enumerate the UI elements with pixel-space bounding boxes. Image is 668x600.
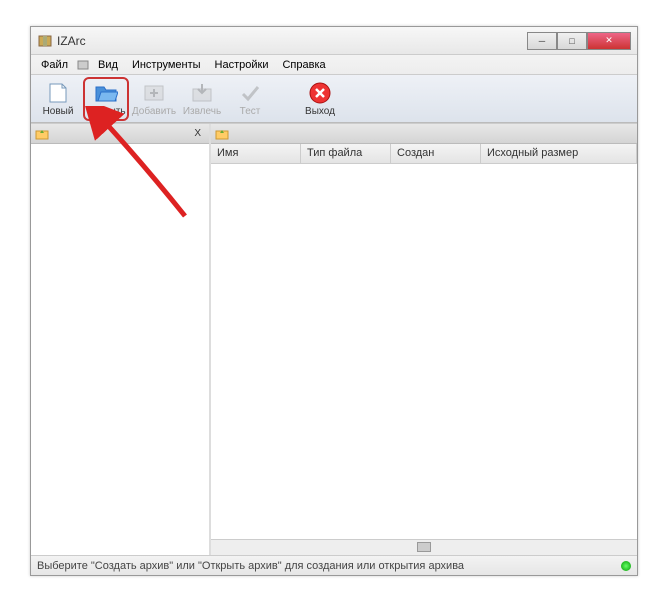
horizontal-scrollbar[interactable] bbox=[211, 539, 637, 555]
exit-label: Выход bbox=[305, 106, 335, 117]
menu-help[interactable]: Справка bbox=[276, 57, 331, 73]
new-button[interactable]: Новый bbox=[35, 77, 81, 121]
add-button[interactable]: Добавить bbox=[131, 77, 177, 121]
test-label: Тест bbox=[240, 106, 261, 117]
tree-pane: X bbox=[31, 124, 211, 555]
tree-header: X bbox=[31, 124, 209, 144]
new-icon bbox=[46, 81, 70, 105]
file-list[interactable] bbox=[211, 164, 637, 539]
test-button[interactable]: Тест bbox=[227, 77, 273, 121]
menu-file[interactable]: Файл bbox=[35, 57, 74, 73]
folder-up-icon-right[interactable] bbox=[215, 127, 229, 141]
col-original-size[interactable]: Исходный размер bbox=[481, 144, 637, 163]
test-icon bbox=[238, 81, 262, 105]
app-window: IZArc ─ □ ✕ Файл Вид Инструменты Настрой… bbox=[30, 26, 638, 576]
close-button[interactable]: ✕ bbox=[587, 32, 631, 50]
menu-separator-icon bbox=[76, 58, 90, 72]
status-text: Выберите "Создать архив" или "Открыть ар… bbox=[37, 560, 621, 572]
menu-view[interactable]: Вид bbox=[92, 57, 124, 73]
list-nav-header bbox=[211, 124, 637, 144]
menu-tools[interactable]: Инструменты bbox=[126, 57, 207, 73]
minimize-button[interactable]: ─ bbox=[527, 32, 557, 50]
open-icon bbox=[94, 81, 118, 105]
folder-up-icon[interactable] bbox=[35, 127, 49, 141]
status-led bbox=[621, 561, 631, 571]
window-title: IZArc bbox=[57, 34, 527, 48]
exit-button[interactable]: Выход bbox=[297, 77, 343, 121]
app-icon bbox=[37, 33, 53, 49]
extract-button[interactable]: Извлечь bbox=[179, 77, 225, 121]
maximize-button[interactable]: □ bbox=[557, 32, 587, 50]
open-label: Открыть bbox=[86, 106, 125, 117]
tree-close[interactable]: X bbox=[190, 128, 205, 139]
toolbar: Новый Открыть Добавить Извлечь Тест Выхо… bbox=[31, 75, 637, 123]
tree-view[interactable] bbox=[31, 144, 209, 555]
add-icon bbox=[142, 81, 166, 105]
exit-icon bbox=[308, 81, 332, 105]
col-created[interactable]: Создан bbox=[391, 144, 481, 163]
col-name[interactable]: Имя bbox=[211, 144, 301, 163]
extract-label: Извлечь bbox=[183, 106, 221, 117]
add-label: Добавить bbox=[132, 106, 176, 117]
column-headers: Имя Тип файла Создан Исходный размер bbox=[211, 144, 637, 164]
extract-icon bbox=[190, 81, 214, 105]
list-pane: Имя Тип файла Создан Исходный размер bbox=[211, 124, 637, 555]
content-area: X Имя Тип файла Создан Исходный размер bbox=[31, 123, 637, 555]
open-button[interactable]: Открыть bbox=[83, 77, 129, 121]
col-type[interactable]: Тип файла bbox=[301, 144, 391, 163]
scroll-thumb[interactable] bbox=[417, 542, 431, 552]
menu-bar: Файл Вид Инструменты Настройки Справка bbox=[31, 55, 637, 75]
status-bar: Выберите "Создать архив" или "Открыть ар… bbox=[31, 555, 637, 575]
title-bar: IZArc ─ □ ✕ bbox=[31, 27, 637, 55]
window-controls: ─ □ ✕ bbox=[527, 32, 631, 50]
new-label: Новый bbox=[43, 106, 74, 117]
menu-settings[interactable]: Настройки bbox=[209, 57, 275, 73]
